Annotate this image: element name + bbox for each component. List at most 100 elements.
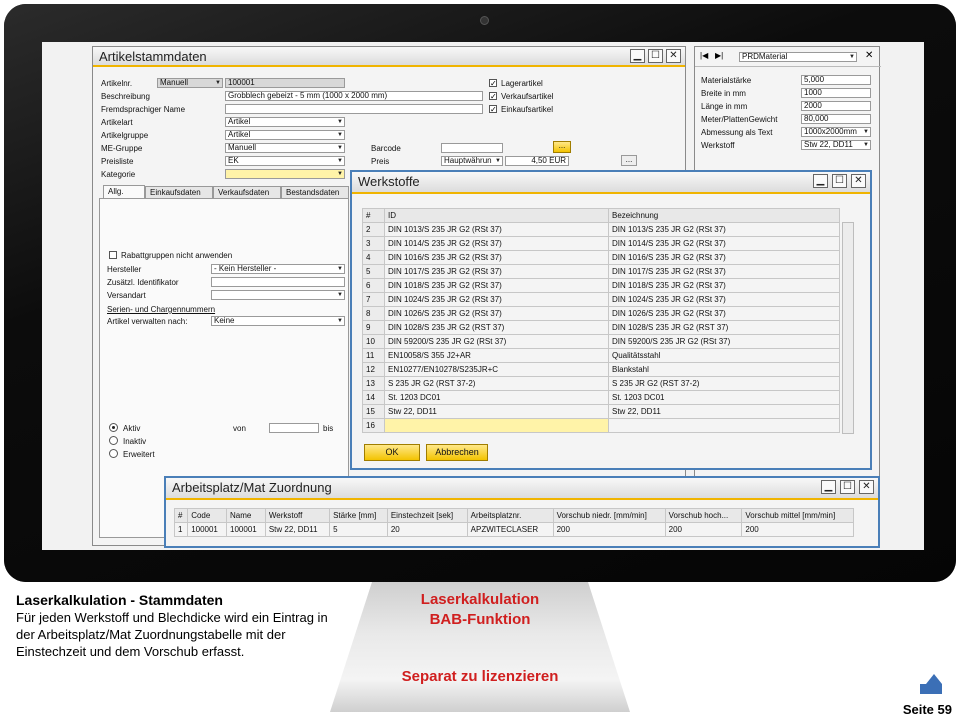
table-row[interactable]: 12 EN10277/EN10278/S235JR+C Blankstahl — [362, 362, 840, 377]
von-field[interactable] — [269, 423, 319, 433]
bezeichnung-cell[interactable]: DIN 1028/S 235 JR G2 (RST 37) — [608, 320, 840, 335]
beschreibung-field[interactable]: Grobblech gebeizt - 5 mm (1000 x 2000 mm… — [225, 91, 483, 101]
artikelnr-mode-select[interactable]: Manuell — [157, 78, 223, 88]
hersteller-select[interactable]: - Kein Hersteller - — [211, 264, 345, 274]
bezeichnung-cell[interactable]: DIN 1016/S 235 JR G2 (RSt 37) — [608, 250, 840, 265]
column-header[interactable]: Stärke [mm] — [329, 508, 388, 523]
zusaetzl-identifikator-field[interactable] — [211, 277, 345, 287]
prd-close-icon[interactable]: ✕ — [865, 50, 873, 61]
table-row[interactable]: 15 Stw 22, DD11 Stw 22, DD11 — [362, 404, 840, 419]
tab-bestandsdaten[interactable]: Bestandsdaten — [281, 186, 349, 198]
id-cell[interactable]: DIN 1017/S 235 JR G2 (RSt 37) — [384, 264, 609, 279]
id-cell[interactable]: DIN 1016/S 235 JR G2 (RSt 37) — [384, 250, 609, 265]
tab-einkaufsdaten[interactable]: Einkaufsdaten — [145, 186, 213, 198]
id-cell[interactable]: EN10058/S 355 J2+AR — [384, 348, 609, 363]
inaktiv-radio[interactable] — [109, 436, 118, 445]
tab-allg[interactable]: Allg. — [103, 185, 145, 198]
serien-label[interactable]: Serien- und Chargennummern — [107, 305, 215, 314]
prd-value-field[interactable]: 1000x2000mm — [801, 127, 871, 137]
artikelnr-field[interactable]: 100001 — [225, 78, 345, 88]
table-cell[interactable]: 200 — [741, 522, 854, 537]
column-header[interactable]: Code — [187, 508, 228, 523]
bezeichnung-cell[interactable]: Qualitätsstahl — [608, 348, 840, 363]
table-row[interactable]: 6 DIN 1018/S 235 JR G2 (RSt 37) DIN 1018/S… — [362, 278, 840, 293]
bezeichnung-cell[interactable]: S 235 JR G2 (RST 37-2) — [608, 376, 840, 391]
table-cell[interactable]: 100001 — [226, 522, 266, 537]
column-header[interactable]: Arbeitsplatznr. — [466, 508, 554, 523]
bezeichnung-cell[interactable]: DIN 1024/S 235 JR G2 (RSt 37) — [608, 292, 840, 307]
werkstoffe-scrollbar[interactable] — [842, 222, 854, 434]
table-row[interactable]: 8 DIN 1026/S 235 JR G2 (RSt 37) DIN 1026/S… — [362, 306, 840, 321]
barcode-field[interactable] — [441, 143, 503, 153]
table-row[interactable]: 7 DIN 1024/S 235 JR G2 (RSt 37) DIN 1024/S… — [362, 292, 840, 307]
column-header[interactable]: # — [173, 508, 189, 523]
table-cell[interactable]: 200 — [664, 522, 743, 537]
cancel-button[interactable]: Abbrechen — [426, 444, 488, 461]
table-row[interactable]: 13 S 235 JR G2 (RST 37-2) S 235 JR G2 (RST… — [362, 376, 840, 391]
table-cell[interactable]: APZWITECLASER — [466, 522, 554, 537]
column-header[interactable]: Name — [226, 508, 266, 523]
bezeichnung-cell[interactable]: DIN 1018/S 235 JR G2 (RSt 37) — [608, 278, 840, 293]
bezeichnung-cell[interactable]: DIN 1026/S 235 JR G2 (RSt 37) — [608, 306, 840, 321]
id-cell[interactable]: Stw 22, DD11 — [384, 404, 609, 419]
prd-value-field[interactable]: Stw 22, DD11 — [801, 140, 871, 150]
id-cell[interactable]: DIN 1024/S 235 JR G2 (RSt 37) — [384, 292, 609, 307]
table-row[interactable]: 1 100001 100001 Stw 22, DD11 5 20 APZWITECLASE… — [173, 522, 854, 537]
column-header[interactable]: ID — [384, 208, 609, 223]
artikelgruppe-select[interactable]: Artikel — [225, 130, 345, 140]
table-row[interactable]: 4 DIN 1016/S 235 JR G2 (RSt 37) DIN 1016/S… — [362, 250, 840, 265]
column-header[interactable]: Vorschub hoch... — [664, 508, 743, 523]
prd-selector[interactable]: PRDMaterial — [739, 52, 857, 62]
fremdsprachiger-name-field[interactable] — [225, 104, 483, 114]
versandart-select[interactable] — [211, 290, 345, 300]
einkaufsartikel-checkbox[interactable]: ✓ — [489, 105, 497, 114]
table-row[interactable]: 3 DIN 1014/S 235 JR G2 (RSt 37) DIN 1014/S… — [362, 236, 840, 251]
preis-value-field[interactable]: 4,50 EUR — [505, 156, 569, 166]
preisliste-select[interactable]: EK — [225, 156, 345, 166]
bezeichnung-cell[interactable]: DIN 59200/S 235 JR G2 (RSt 37) — [608, 334, 840, 349]
column-header[interactable]: Werkstoff — [264, 508, 331, 523]
aktiv-radio[interactable] — [109, 423, 118, 432]
bezeichnung-cell[interactable]: Stw 22, DD11 — [608, 404, 840, 419]
table-cell[interactable]: 100001 — [187, 522, 228, 537]
table-row[interactable]: 2 DIN 1013/S 235 JR G2 (RSt 37) DIN 1013/S… — [362, 222, 840, 237]
minimize-icon[interactable]: ▁ — [630, 49, 645, 63]
table-cell[interactable]: Stw 22, DD11 — [264, 522, 331, 537]
verkaufsartikel-checkbox[interactable]: ✓ — [489, 92, 497, 101]
table-row[interactable]: 9 DIN 1028/S 235 JR G2 (RST 37) DIN 1028/S… — [362, 320, 840, 335]
prd-value-field[interactable]: 80,000 — [801, 114, 871, 124]
column-header[interactable]: Vorschub mittel [mm/min] — [741, 508, 854, 523]
preis-type-select[interactable]: Hauptwährun — [441, 156, 503, 166]
tab-verkaufsdaten[interactable]: Verkaufsdaten — [213, 186, 281, 198]
column-header[interactable]: Bezeichnung — [608, 208, 840, 223]
close-icon[interactable]: ✕ — [851, 174, 866, 188]
prd-value-field[interactable]: 5,000 — [801, 75, 871, 85]
preis-browse-button[interactable]: ... — [621, 155, 637, 166]
kategorie-select[interactable] — [225, 169, 345, 179]
first-record-icon[interactable]: |◀ — [700, 51, 708, 60]
id-cell[interactable]: DIN 1018/S 235 JR G2 (RSt 37) — [384, 278, 609, 293]
lagerartikel-checkbox[interactable]: ✓ — [489, 79, 497, 88]
bezeichnung-cell[interactable]: DIN 1017/S 235 JR G2 (RSt 37) — [608, 264, 840, 279]
erweitert-radio[interactable] — [109, 449, 118, 458]
maximize-icon[interactable]: ☐ — [832, 174, 847, 188]
id-cell[interactable]: DIN 59200/S 235 JR G2 (RSt 37) — [384, 334, 609, 349]
bezeichnung-cell[interactable]: Blankstahl — [608, 362, 840, 377]
id-cell[interactable]: DIN 1026/S 235 JR G2 (RSt 37) — [384, 306, 609, 321]
bezeichnung-cell[interactable] — [608, 418, 840, 433]
table-cell[interactable]: 5 — [329, 522, 388, 537]
artikelart-select[interactable]: Artikel — [225, 117, 345, 127]
arbeitsplatz-titlebar[interactable]: Arbeitsplatz/Mat Zuordnung ▁ ☐ ✕ — [166, 478, 878, 500]
me-gruppe-select[interactable]: Manuell — [225, 143, 345, 153]
id-cell[interactable]: DIN 1013/S 235 JR G2 (RSt 37) — [384, 222, 609, 237]
return-arrow-icon[interactable] — [918, 672, 946, 696]
table-row[interactable]: 10 DIN 59200/S 235 JR G2 (RSt 37) DIN 5920… — [362, 334, 840, 349]
prd-value-field[interactable]: 2000 — [801, 101, 871, 111]
maximize-icon[interactable]: ☐ — [648, 49, 663, 63]
table-row[interactable]: 11 EN10058/S 355 J2+AR Qualitätsstahl — [362, 348, 840, 363]
werkstoffe-titlebar[interactable]: Werkstoffe ▁ ☐ ✕ — [352, 172, 870, 194]
id-cell[interactable]: S 235 JR G2 (RST 37-2) — [384, 376, 609, 391]
verwalten-select[interactable]: Keine — [211, 316, 345, 326]
rabattgruppen-checkbox[interactable] — [109, 251, 117, 259]
minimize-icon[interactable]: ▁ — [821, 480, 836, 494]
